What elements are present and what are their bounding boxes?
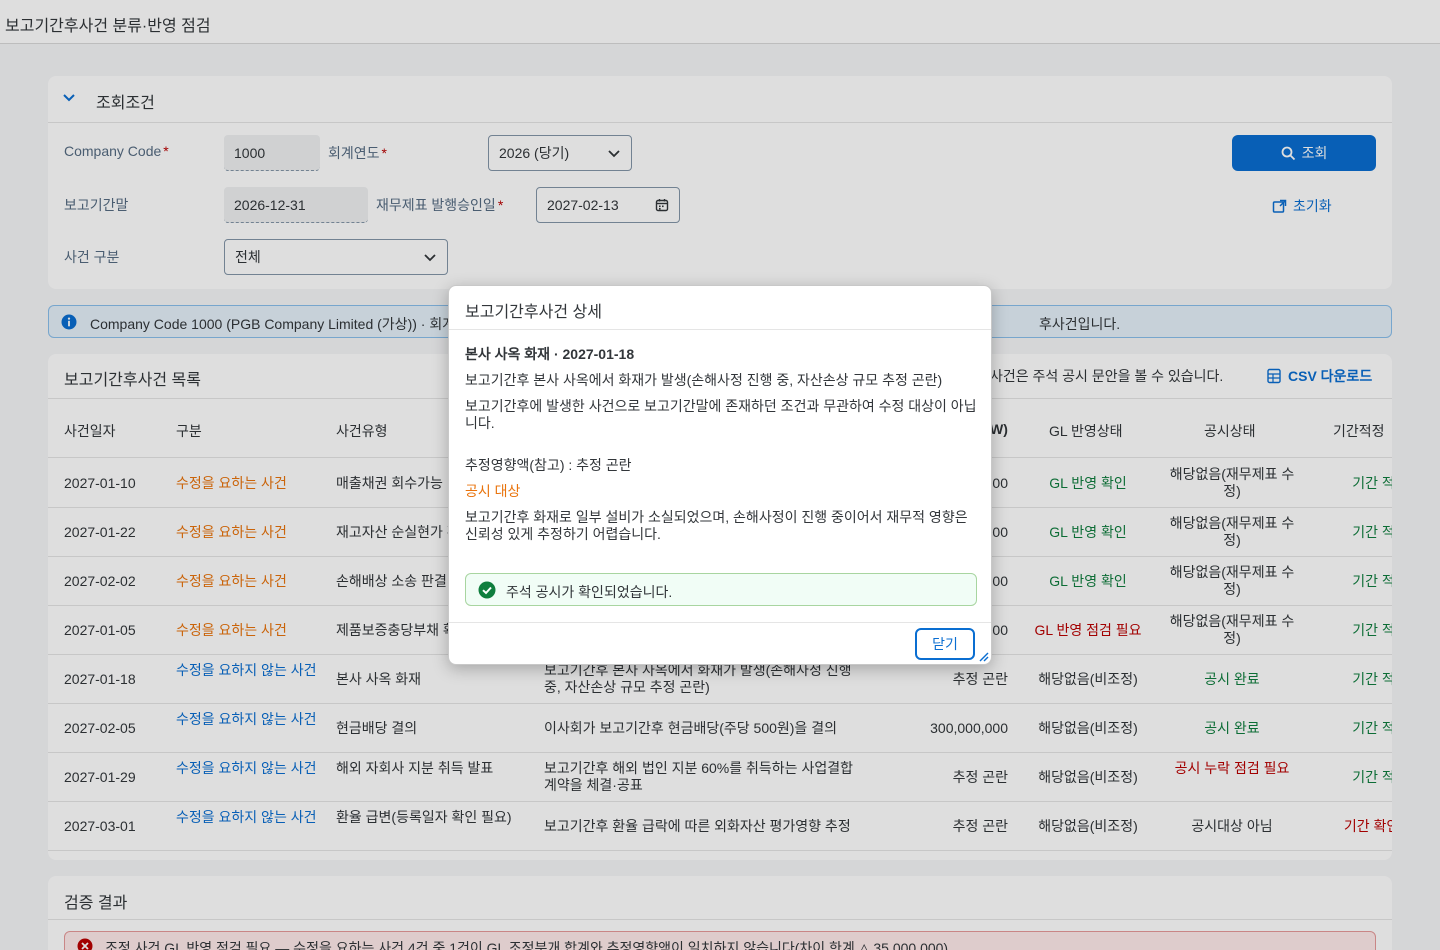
close-button[interactable]: 닫기 xyxy=(915,628,975,660)
divider xyxy=(449,622,991,623)
divider xyxy=(449,329,991,330)
estimated-impact: 추정영향액(참고) : 추정 곤란 xyxy=(465,457,632,473)
event-heading: 본사 사옥 화재 · 2027-01-18 xyxy=(465,346,635,362)
disclosure-text: 보고기간후 화재로 일부 설비가 소실되었으며, 손해사정이 진행 중이어서 재… xyxy=(465,509,968,542)
disclosure-flag: 공시 대상 xyxy=(465,483,521,499)
resize-handle-icon[interactable] xyxy=(977,650,989,662)
check-circle-icon xyxy=(478,581,496,599)
dialog-title: 보고기간후사건 상세 xyxy=(465,304,602,321)
event-description: 보고기간후 본사 사옥에서 화재가 발생(손해사정 진행 중, 자산손상 규모 … xyxy=(465,372,943,388)
success-text: 주석 공시가 확인되었습니다. xyxy=(506,584,673,600)
success-message-strip: 주석 공시가 확인되었습니다. xyxy=(465,573,977,606)
dialog-body: 본사 사옥 화재 · 2027-01-18 보고기간후 본사 사옥에서 화재가 … xyxy=(465,346,977,543)
event-detail-dialog: 보고기간후사건 상세 본사 사옥 화재 · 2027-01-18 보고기간후 본… xyxy=(448,285,992,665)
classification-reason: 보고기간후에 발생한 사건으로 보고기간말에 존재하던 조건과 무관하여 수정 … xyxy=(465,398,977,431)
